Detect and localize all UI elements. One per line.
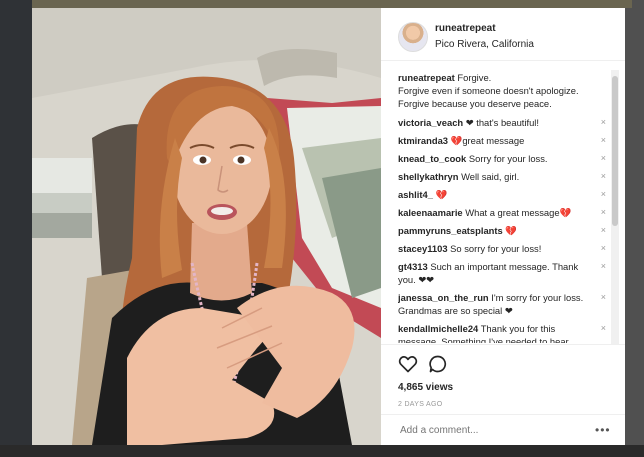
avatar[interactable] <box>398 22 428 52</box>
caption-username[interactable]: runeatrepeat <box>398 72 455 83</box>
remove-comment-icon[interactable]: × <box>601 152 606 165</box>
remove-comment-icon[interactable]: × <box>601 260 606 273</box>
comments-list[interactable]: runeatrepeat Forgive. Forgive even if so… <box>398 71 606 343</box>
post-header: runeatrepeat Pico Rivera, California <box>381 8 625 61</box>
comment-item: janessa_on_the_run I'm sorry for your lo… <box>398 291 606 317</box>
post-sidebar: runeatrepeat Pico Rivera, California run… <box>381 8 625 445</box>
comment-text: Well said, girl. <box>461 171 520 182</box>
remove-comment-icon[interactable]: × <box>601 291 606 304</box>
video-frame-illustration <box>32 8 381 445</box>
backdrop-top-strip <box>32 0 632 8</box>
caption-line-1: Forgive. <box>457 72 492 83</box>
post-timestamp[interactable]: 2 DAYS AGO <box>398 401 443 408</box>
comment-username[interactable]: stacey1103 <box>398 243 448 254</box>
comment-username[interactable]: victoria_veach <box>398 117 463 128</box>
post-video[interactable] <box>32 8 381 445</box>
post-location[interactable]: Pico Rivera, California <box>435 39 534 50</box>
add-comment-bar: ••• <box>381 414 625 447</box>
comment-text: ❤ that's beautiful! <box>465 117 539 128</box>
comment-text: So sorry for your loss! <box>450 243 542 254</box>
backdrop-right-strip <box>624 0 644 457</box>
comment-username[interactable]: gt4313 <box>398 261 428 272</box>
comment-item: knead_to_cook Sorry for your loss. × <box>398 152 606 165</box>
comment-text: 💔great message <box>450 135 525 146</box>
remove-comment-icon[interactable]: × <box>601 188 606 201</box>
comment-bubble-icon[interactable] <box>428 354 448 374</box>
comment-text: What a great message💔 <box>465 207 572 218</box>
remove-comment-icon[interactable]: × <box>601 322 606 335</box>
post-caption: runeatrepeat Forgive. Forgive even if so… <box>398 71 606 110</box>
comment-username[interactable]: knead_to_cook <box>398 153 466 164</box>
heart-icon[interactable] <box>398 354 418 374</box>
comment-item: victoria_veach ❤ that's beautiful! × <box>398 116 606 129</box>
comment-item: ktmiranda3 💔great message × <box>398 134 606 147</box>
comment-username[interactable]: shellykathryn <box>398 171 458 182</box>
post-username[interactable]: runeatrepeat <box>435 23 496 34</box>
comment-item: shellykathryn Well said, girl. × <box>398 170 606 183</box>
comment-item: gt4313 Such an important message. Thank … <box>398 260 606 286</box>
comment-username[interactable]: janessa_on_the_run <box>398 292 489 303</box>
post-actions: 4,865 views 2 DAYS AGO ••• <box>381 344 625 446</box>
comment-item: pammyruns_eatsplants 💔 × <box>398 224 606 237</box>
remove-comment-icon[interactable]: × <box>601 224 606 237</box>
remove-comment-icon[interactable]: × <box>601 116 606 129</box>
remove-comment-icon[interactable]: × <box>601 206 606 219</box>
caption-line-2: Forgive even if someone doesn't apologiz… <box>398 85 579 96</box>
comment-username[interactable]: ashlit4_ <box>398 189 433 200</box>
caption-line-3: Forgive because you deserve peace. <box>398 98 552 109</box>
comment-username[interactable]: ktmiranda3 <box>398 135 448 146</box>
comment-item: stacey1103 So sorry for your loss! × <box>398 242 606 255</box>
comment-text: 💔 <box>505 225 518 236</box>
comment-item: kendallmichelle24 Thank you for this mes… <box>398 322 606 343</box>
more-options-icon[interactable]: ••• <box>595 423 611 437</box>
add-comment-input[interactable] <box>398 424 582 437</box>
post-modal: runeatrepeat Pico Rivera, California run… <box>32 8 625 445</box>
comment-text: Sorry for your loss. <box>468 153 548 164</box>
comment-username[interactable]: pammyruns_eatsplants <box>398 225 503 236</box>
comment-item: ashlit4_ 💔 × <box>398 188 606 201</box>
comment-username[interactable]: kaleenaamarie <box>398 207 463 218</box>
view-count: 4,865 views <box>398 382 454 393</box>
remove-comment-icon[interactable]: × <box>601 170 606 183</box>
comment-item: kaleenaamarie What a great message💔 × <box>398 206 606 219</box>
comments-scrollbar-thumb[interactable] <box>612 76 618 226</box>
backdrop-left-strip <box>0 0 32 457</box>
remove-comment-icon[interactable]: × <box>601 134 606 147</box>
comment-username[interactable]: kendallmichelle24 <box>398 323 478 334</box>
comment-text: 💔 <box>435 189 448 200</box>
remove-comment-icon[interactable]: × <box>601 242 606 255</box>
